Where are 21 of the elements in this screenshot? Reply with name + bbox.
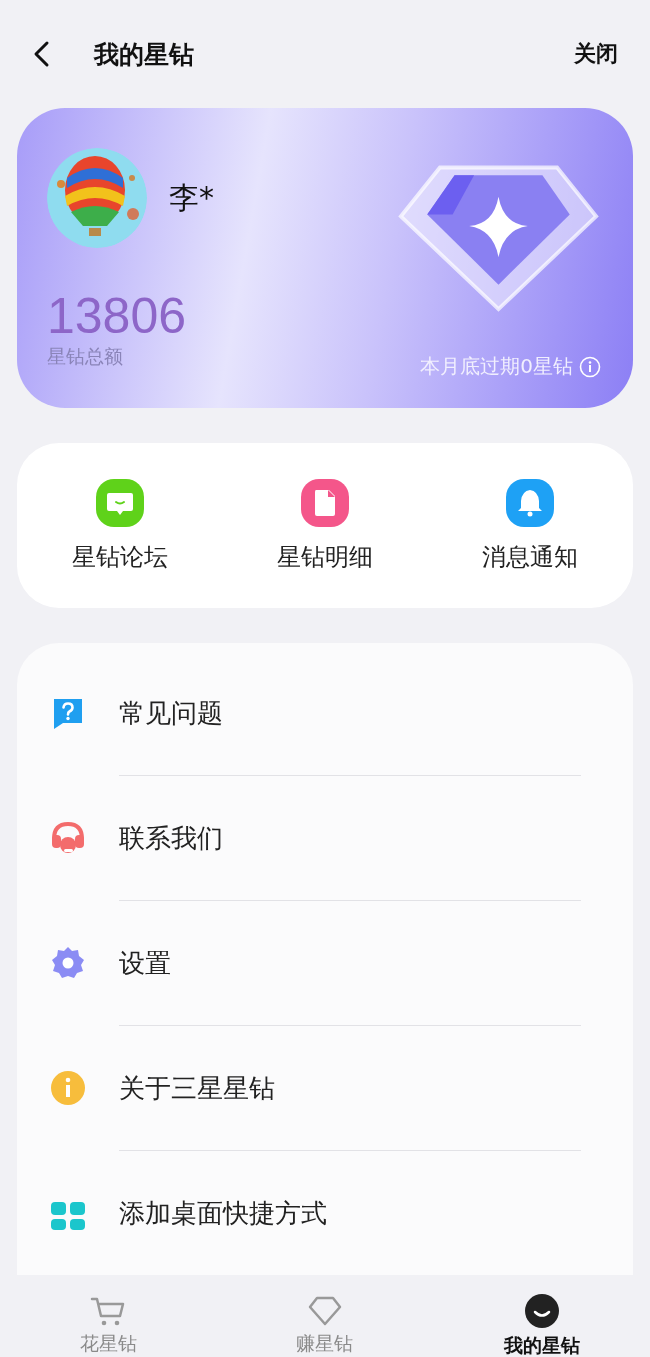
quick-action[interactable]: 消息通知 [482, 478, 579, 573]
back-icon[interactable] [32, 40, 50, 68]
menu-item[interactable]: 联系我们 [49, 776, 581, 900]
info-icon[interactable] [579, 355, 601, 378]
menu-item[interactable]: 关于三星星钻 [49, 1026, 581, 1150]
quick-action[interactable]: 星钻明细 [277, 478, 373, 573]
menu-item[interactable]: 设置 [49, 901, 581, 1025]
menu-item[interactable]: 常见问题 [49, 651, 581, 775]
smile-icon [523, 1293, 560, 1329]
diamond-icon [307, 1295, 343, 1327]
page-title: 我的星钻 [94, 38, 195, 71]
cart-icon [90, 1295, 127, 1327]
balance-label: 星钻总额 [47, 344, 124, 369]
quick-action[interactable]: 星钻论坛 [71, 478, 168, 573]
nav-tab[interactable]: 我的星钻 [451, 1292, 632, 1357]
balance-amount: 13806 [47, 288, 188, 344]
expiry-note: 本月底过期0星钻 [420, 353, 573, 380]
menu-item[interactable]: 添加桌面快捷方式 [49, 1151, 581, 1275]
close-button[interactable]: 关闭 [570, 35, 622, 73]
info-icon [49, 1069, 87, 1107]
user-name: 李* [169, 178, 214, 217]
